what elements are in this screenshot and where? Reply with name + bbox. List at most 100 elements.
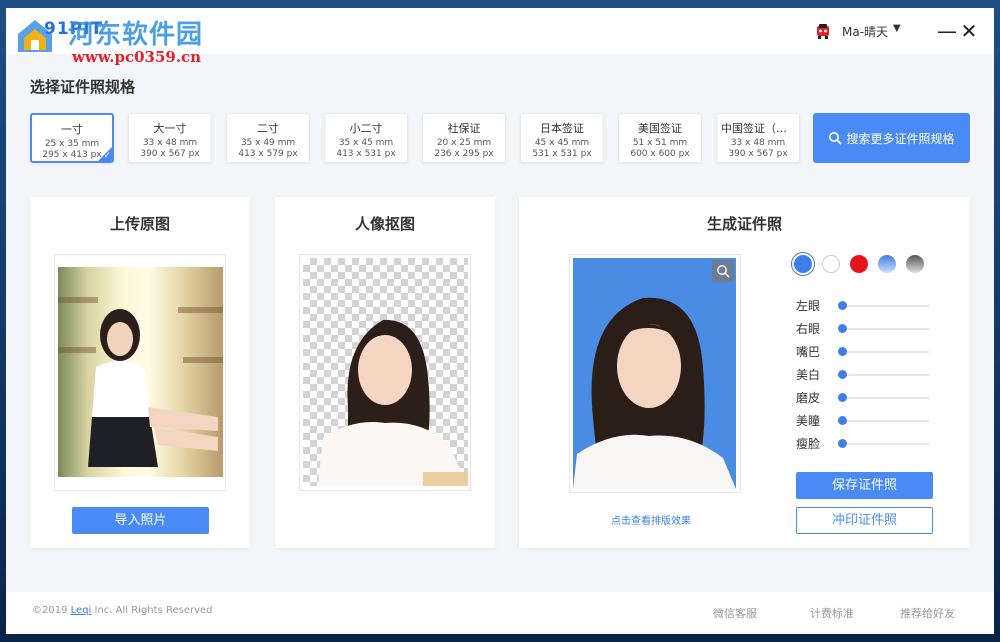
minimize-button[interactable]: — xyxy=(936,20,958,42)
watermark-title: 河东软件园 xyxy=(68,20,204,50)
slider-left-eye: 左眼 xyxy=(796,297,936,313)
slider-label: 美白 xyxy=(796,368,821,382)
slider-mouth: 嘴巴 xyxy=(796,343,936,359)
color-option-white[interactable] xyxy=(822,255,840,273)
spec-name: 中国签证（大… xyxy=(721,122,798,135)
spec-mm: 45 x 45 mm xyxy=(534,138,590,148)
slider-thumb[interactable] xyxy=(838,370,847,379)
watermark-url: www.pc0359.cn xyxy=(72,48,202,66)
spec-name: 美国签证 xyxy=(638,122,682,135)
generate-panel-title: 生成证件照 xyxy=(706,215,782,233)
spec-px: 600 x 600 px xyxy=(630,149,690,159)
slider-label: 右眼 xyxy=(796,322,821,336)
slider-pupil: 美瞳 xyxy=(796,412,936,428)
spec-mm: 35 x 49 mm xyxy=(240,138,296,148)
user-name[interactable]: Ma-晴天 xyxy=(842,23,888,40)
view-layout-link[interactable]: 点击查看排版效果 xyxy=(611,512,691,527)
title-bar: 91PIT 河东软件园 www.pc0359.cn Ma-晴天 ▼ — ✕ xyxy=(6,8,994,66)
check-icon: ✓ xyxy=(103,151,111,161)
spec-mm: 20 x 25 mm xyxy=(436,138,492,148)
spec-mm: 33 x 48 mm xyxy=(730,138,786,148)
id-photo-person xyxy=(573,297,736,489)
search-icon xyxy=(829,132,843,145)
footer: ©2019 Leqi Inc. All Rights Reserved 微信客服… xyxy=(6,592,994,634)
spec-px: 413 x 531 px xyxy=(336,149,396,159)
upload-panel: 上传原图 导入照片 xyxy=(30,197,250,548)
slider-thumb[interactable] xyxy=(838,324,847,333)
print-photo-button[interactable]: 冲印证件照 xyxy=(796,507,933,534)
recommend-link[interactable]: 推荐给好友 xyxy=(900,605,955,621)
slider-track[interactable] xyxy=(841,351,929,353)
color-option-gradient-gray[interactable] xyxy=(906,255,924,273)
person-silhouette xyxy=(88,309,218,467)
slider-track[interactable] xyxy=(841,443,929,445)
spec-px: 236 x 295 px xyxy=(434,149,494,159)
spec-card[interactable]: 小二寸 35 x 45 mm 413 x 531 px xyxy=(324,113,408,163)
color-option-red[interactable] xyxy=(850,255,868,273)
id-photo xyxy=(573,258,736,489)
spec-mm: 51 x 51 mm xyxy=(632,138,688,148)
user-avatar-icon[interactable] xyxy=(814,22,832,40)
slider-track[interactable] xyxy=(841,397,929,399)
cutout-panel: 人像抠图 xyxy=(275,197,495,548)
cutout-person xyxy=(318,319,468,486)
id-photo-frame xyxy=(569,254,741,493)
slider-track[interactable] xyxy=(841,374,929,376)
spec-px: 531 x 531 px xyxy=(532,149,592,159)
spec-name: 二寸 xyxy=(257,122,279,135)
slider-thumb[interactable] xyxy=(838,416,847,425)
spec-mm: 33 x 48 mm xyxy=(142,138,198,148)
slider-thumb[interactable] xyxy=(838,301,847,310)
slider-track[interactable] xyxy=(841,305,929,307)
zoom-button[interactable] xyxy=(712,260,734,282)
slider-smooth: 磨皮 xyxy=(796,389,936,405)
user-menu-caret-icon[interactable]: ▼ xyxy=(893,23,901,34)
original-photo-frame xyxy=(54,254,226,491)
generate-panel: 生成证件照 点击查看排版效果 左眼 右眼 嘴巴 美白 磨皮 美瞳 瘦脸 保存证件… xyxy=(519,197,970,548)
slider-thumb[interactable] xyxy=(838,393,847,402)
transparent-checkerboard xyxy=(303,258,468,486)
copyright-suffix: Inc. All Rights Reserved xyxy=(94,605,213,616)
slider-thumb[interactable] xyxy=(838,439,847,448)
close-button[interactable]: ✕ xyxy=(958,20,980,42)
wechat-support-link[interactable]: 微信客服 xyxy=(713,605,757,621)
spec-name: 大一寸 xyxy=(153,122,187,135)
spec-name: 社保证 xyxy=(447,122,481,135)
slider-track[interactable] xyxy=(841,328,929,330)
spec-px: 390 x 567 px xyxy=(728,149,788,159)
spec-px: 390 x 567 px xyxy=(140,149,200,159)
slider-thumb[interactable] xyxy=(838,347,847,356)
spec-card[interactable]: 二寸 35 x 49 mm 413 x 579 px xyxy=(226,113,310,163)
brand-link[interactable]: Leqi xyxy=(71,605,92,616)
slider-label: 嘴巴 xyxy=(796,345,821,359)
spec-card[interactable]: 一寸 25 x 35 mm 295 x 413 px ✓ xyxy=(30,113,114,163)
spec-name: 日本签证 xyxy=(540,122,584,135)
slider-label: 美瞳 xyxy=(796,414,821,428)
upload-panel-title: 上传原图 xyxy=(109,215,170,233)
pricing-link[interactable]: 计费标准 xyxy=(810,605,854,621)
spec-name: 一寸 xyxy=(61,123,83,136)
spec-card[interactable]: 日本签证 45 x 45 mm 531 x 531 px xyxy=(520,113,604,163)
spec-card[interactable]: 中国签证（大… 33 x 48 mm 390 x 567 px xyxy=(716,113,800,163)
import-photo-button[interactable]: 导入照片 xyxy=(72,507,209,534)
spec-name: 小二寸 xyxy=(349,122,383,135)
search-more-specs-button[interactable]: 搜索更多证件照规格 xyxy=(813,113,970,163)
slider-slim-face: 瘦脸 xyxy=(796,435,936,451)
slider-track[interactable] xyxy=(841,420,929,422)
color-option-gradient-blue[interactable] xyxy=(878,255,896,273)
spec-mm: 35 x 45 mm xyxy=(338,138,394,148)
original-photo xyxy=(58,267,223,477)
slider-right-eye: 右眼 xyxy=(796,320,936,336)
copyright-prefix: ©2019 xyxy=(32,605,68,616)
cutout-photo-frame xyxy=(299,254,471,491)
color-option-blue[interactable] xyxy=(794,255,812,273)
slider-label: 磨皮 xyxy=(796,391,821,405)
slider-label: 瘦脸 xyxy=(796,437,821,451)
cutout-panel-title: 人像抠图 xyxy=(354,215,415,233)
search-more-specs-label: 搜索更多证件照规格 xyxy=(846,131,955,146)
spec-card[interactable]: 社保证 20 x 25 mm 236 x 295 px xyxy=(422,113,506,163)
spec-card[interactable]: 大一寸 33 x 48 mm 390 x 567 px xyxy=(128,113,212,163)
save-photo-button[interactable]: 保存证件照 xyxy=(796,472,933,499)
section-title: 选择证件照规格 xyxy=(30,78,136,96)
spec-card[interactable]: 美国签证 51 x 51 mm 600 x 600 px xyxy=(618,113,702,163)
